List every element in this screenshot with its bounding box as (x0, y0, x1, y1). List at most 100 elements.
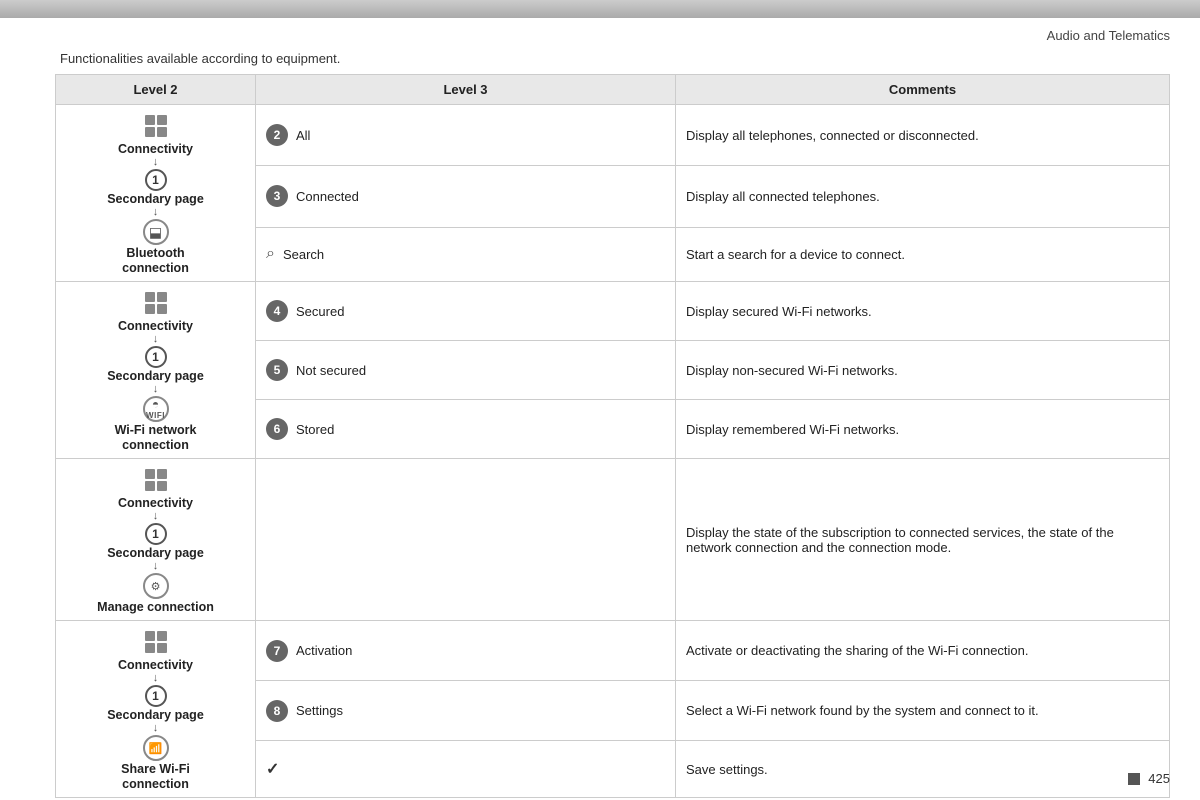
badge-2: 2 (266, 124, 288, 146)
grid-cell (145, 481, 155, 491)
level3-row: 8 Settings (266, 700, 665, 722)
connectivity-label: Connectivity (118, 142, 193, 156)
connectivity-grid-icon3 (141, 465, 171, 495)
level3-row: ✓ (266, 759, 665, 779)
level3-all-text: All (296, 128, 310, 143)
grid-icon3 (145, 469, 167, 491)
level2-bluetooth: Connectivity ↓ 1 Secondary page ↓ ⬓ Blue… (56, 105, 256, 282)
level3-row: 2 All (266, 124, 665, 146)
bluetooth-icon: ⬓ (143, 219, 169, 245)
level3-manage-empty (256, 459, 676, 621)
level-badge-1d: 1 (145, 685, 167, 707)
level3-connected-text: Connected (296, 189, 359, 204)
level3-stored-text: Stored (296, 422, 334, 437)
grid-icon (145, 115, 167, 137)
header-bar (0, 0, 1200, 18)
level3-row: 3 Connected (266, 185, 665, 207)
level3-activation-text: Activation (296, 643, 352, 658)
level3-row: 7 Activation (266, 640, 665, 662)
level3-row: ⌕ Search (266, 245, 665, 263)
page-footer: 425 (1128, 771, 1170, 786)
grid-cell (157, 631, 167, 641)
table-row: Connectivity ↓ 1 Secondary page ↓ ⬓ Blue… (56, 105, 1170, 166)
level3-save: ✓ (256, 741, 676, 798)
grid-cell (157, 469, 167, 479)
intro-text: Functionalities available according to e… (0, 47, 1200, 74)
comment-search: Start a search for a device to connect. (676, 227, 1170, 281)
badge-4: 4 (266, 300, 288, 322)
level2-content-wifi: Connectivity ↓ 1 Secondary page ↓ ◓ WIFI… (66, 288, 245, 452)
comment-all: Display all telephones, connected or dis… (676, 105, 1170, 166)
level2-content-manage: Connectivity ↓ 1 Secondary page ↓ ⚙ Mana… (66, 465, 245, 614)
grid-cell (157, 304, 167, 314)
level3-row: 6 Stored (266, 418, 665, 440)
arrow-down: ↓ (153, 384, 159, 395)
bluetooth-connection-label: Bluetooth (126, 246, 184, 260)
grid-cell (145, 292, 155, 302)
grid-cell (145, 631, 155, 641)
table-row: Connectivity ↓ 1 Secondary page ↓ ◓ WIFI… (56, 282, 1170, 341)
arrow-down: ↓ (153, 723, 159, 734)
connectivity-grid-icon2 (141, 288, 171, 318)
level-badge-1: 1 (145, 169, 167, 191)
level3-search: ⌕ Search (256, 227, 676, 281)
bluetooth-connection-label2: connection (122, 261, 189, 275)
secondary-page-label2: Secondary page (107, 369, 204, 383)
level3-not-secured: 5 Not secured (256, 341, 676, 400)
level3-row: 4 Secured (266, 300, 665, 322)
level3-connected: 3 Connected (256, 166, 676, 227)
grid-cell (157, 115, 167, 125)
comment-secured: Display secured Wi-Fi networks. (676, 282, 1170, 341)
col-header-level2: Level 2 (56, 75, 256, 105)
level3-all: 2 All (256, 105, 676, 166)
level-badge-1b: 1 (145, 346, 167, 368)
level3-settings-text: Settings (296, 703, 343, 718)
arrow-down: ↓ (153, 511, 159, 522)
level-badge-1c: 1 (145, 523, 167, 545)
col-header-level3: Level 3 (256, 75, 676, 105)
table-row: Connectivity ↓ 1 Secondary page ↓ ⚙ Mana… (56, 459, 1170, 621)
main-table: Level 2 Level 3 Comments (55, 74, 1170, 798)
col-header-comments: Comments (676, 75, 1170, 105)
arrow-down: ↓ (153, 334, 159, 345)
secondary-page-label: Secondary page (107, 192, 204, 206)
arrow-down: ↓ (153, 157, 159, 168)
badge-3: 3 (266, 185, 288, 207)
level3-activation: 7 Activation (256, 621, 676, 681)
grid-cell (157, 292, 167, 302)
level2-share: Connectivity ↓ 1 Secondary page ↓ 📶 Shar… (56, 621, 256, 798)
page-number: 425 (1148, 771, 1170, 786)
level3-row: 5 Not secured (266, 359, 665, 381)
wifi-waves: ◓ (146, 398, 165, 411)
level3-secured-text: Secured (296, 304, 344, 319)
level3-settings: 8 Settings (256, 681, 676, 741)
page-title: Audio and Telematics (0, 18, 1200, 47)
level2-content-share: Connectivity ↓ 1 Secondary page ↓ 📶 Shar… (66, 627, 245, 791)
comment-connected: Display all connected telephones. (676, 166, 1170, 227)
page: Audio and Telematics Functionalities ava… (0, 0, 1200, 800)
level3-stored: 6 Stored (256, 400, 676, 459)
comment-save: Save settings. (676, 741, 1170, 798)
grid-cell (145, 115, 155, 125)
grid-cell (157, 127, 167, 137)
badge-7: 7 (266, 640, 288, 662)
search-icon: ⌕ (266, 245, 275, 263)
comment-settings: Select a Wi-Fi network found by the syst… (676, 681, 1170, 741)
connectivity-label3: Connectivity (118, 496, 193, 510)
badge-8: 8 (266, 700, 288, 722)
checkmark-icon: ✓ (266, 759, 279, 779)
grid-cell (145, 304, 155, 314)
badge-5: 5 (266, 359, 288, 381)
grid-cell (145, 127, 155, 137)
secondary-page-label4: Secondary page (107, 708, 204, 722)
comment-activation: Activate or deactivating the sharing of … (676, 621, 1170, 681)
level3-search-text: Search (283, 247, 324, 262)
secondary-page-label3: Secondary page (107, 546, 204, 560)
arrow-down: ↓ (153, 673, 159, 684)
badge-6: 6 (266, 418, 288, 440)
wifi-network-label: Wi-Fi network (115, 423, 197, 437)
grid-cell (145, 643, 155, 653)
grid-icon2 (145, 292, 167, 314)
level3-secured: 4 Secured (256, 282, 676, 341)
grid-cell (145, 469, 155, 479)
